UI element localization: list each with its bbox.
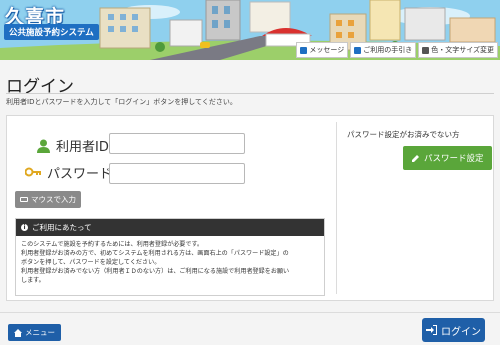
home-icon	[14, 328, 22, 337]
info-icon: i	[21, 224, 28, 231]
password-label: パスワード	[25, 163, 112, 182]
title-divider	[6, 93, 494, 94]
chat-icon	[300, 46, 308, 54]
login-instruction: 利用者IDとパスワードを入力して「ログイン」ボタンを押してください。	[6, 98, 237, 106]
password-setup-note: パスワード設定がお済みでない方	[347, 130, 460, 139]
book-icon	[354, 46, 362, 54]
notice-body: このシステムで施設を予約するためには、利用者登録が必要です。 利用者登録がお済み…	[16, 236, 324, 289]
user-icon	[37, 139, 50, 153]
user-id-input[interactable]	[109, 133, 245, 154]
header-links: メッセージ ご利用の手引き 色・文字サイズ変更	[296, 42, 498, 58]
key-icon	[25, 167, 41, 176]
login-button[interactable]: ログイン	[422, 318, 485, 342]
mouse-input-button[interactable]: マウスで入力	[15, 191, 81, 208]
sign-in-icon	[426, 325, 437, 335]
header-link-message[interactable]: メッセージ	[296, 42, 349, 58]
login-card: 利用者ID パスワード マウスで入力 i ご利用にあたって このシステムで施設を…	[6, 115, 494, 301]
password-input[interactable]	[109, 163, 245, 184]
keyboard-icon	[20, 197, 28, 202]
pencil-icon	[422, 46, 430, 54]
password-label-text: パスワード	[47, 167, 113, 182]
notice-line: します。	[21, 277, 45, 284]
header-link-display-settings[interactable]: 色・文字サイズ変更	[418, 42, 498, 58]
user-id-label: 利用者ID	[37, 136, 109, 155]
card-divider	[336, 122, 337, 294]
system-name-badge: 公共施設予約システム	[4, 24, 99, 40]
footer-divider	[0, 312, 500, 313]
header-link-label: 色・文字サイズ変更	[431, 46, 494, 54]
edit-icon	[412, 154, 419, 162]
notice-line: 利用者登録がお済みの方で、初めてシステムを利用される方は、画面右上の「パスワード…	[21, 250, 289, 257]
header-banner: 久喜市 公共施設予約システム メッセージ ご利用の手引き 色・文字サイズ変更	[0, 0, 500, 60]
notice-line: 利用者登録がお済みでない方（利用者ＩＤのない方）は、ご利用になる施設で利用者登録…	[21, 268, 290, 275]
notice-heading: ご利用にあたって	[32, 223, 92, 232]
header-link-label: ご利用の手引き	[363, 46, 413, 54]
header-link-label: メッセージ	[309, 46, 345, 54]
password-setup-button[interactable]: パスワード設定	[403, 146, 492, 170]
menu-button-label: メニュー	[25, 328, 55, 337]
password-setup-label: パスワード設定	[424, 154, 484, 164]
header-link-guide[interactable]: ご利用の手引き	[350, 42, 417, 58]
menu-button[interactable]: メニュー	[8, 324, 61, 341]
mouse-input-label: マウスで入力	[31, 195, 76, 204]
usage-notice: i ご利用にあたって このシステムで施設を予約するためには、利用者登録が必要です…	[15, 218, 325, 296]
notice-line: このシステムで施設を予約するためには、利用者登録が必要です。	[21, 241, 204, 248]
user-id-label-text: 利用者ID	[56, 140, 109, 155]
login-button-label: ログイン	[441, 326, 481, 338]
notice-header: i ご利用にあたって	[16, 219, 324, 236]
notice-line: ボタンを押して、パスワードを設定してください。	[21, 259, 161, 266]
